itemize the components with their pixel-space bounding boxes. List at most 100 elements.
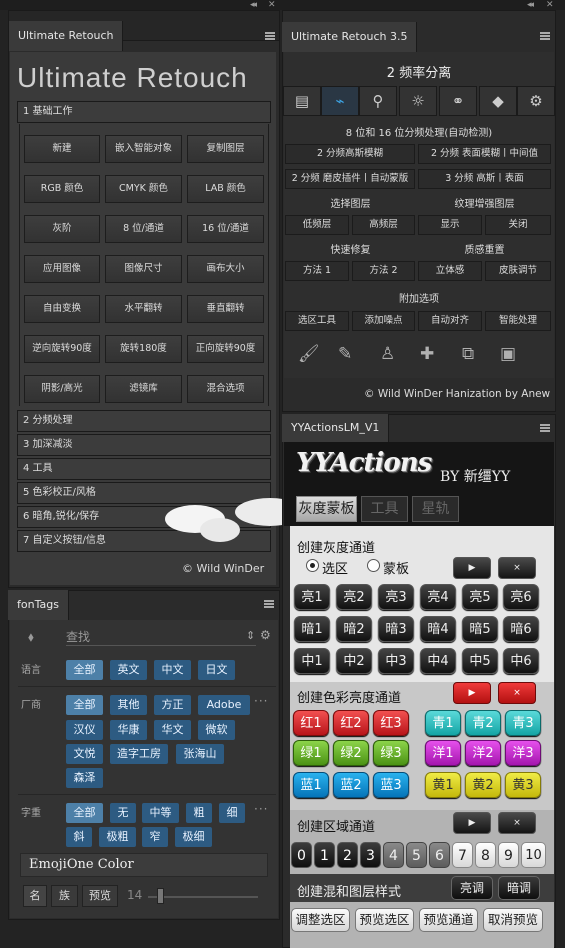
retouch-action-button[interactable]: 8 位/通道 — [105, 215, 182, 243]
radio-mask[interactable] — [367, 559, 380, 572]
retouch-action-button[interactable]: 复制图层 — [187, 135, 264, 163]
weight-tag[interactable]: 粗 — [186, 803, 212, 823]
color-channel-button[interactable]: 蓝2 — [333, 772, 369, 798]
method-2-button[interactable]: 方法 2 — [352, 261, 415, 281]
retouch-action-button[interactable]: LAB 颜色 — [187, 175, 264, 203]
brightness-icon[interactable]: ☼ — [399, 86, 437, 116]
color-channel-button[interactable]: 绿3 — [373, 740, 409, 766]
vendor-tag[interactable]: 华文 — [154, 720, 191, 740]
waveform-icon[interactable]: ⌁ — [321, 86, 359, 116]
vendor-tag[interactable]: 汉仪 — [66, 720, 103, 740]
tab-preview[interactable]: 预览 — [82, 885, 118, 907]
lang-tag-japanese[interactable]: 日文 — [198, 660, 235, 680]
tab-fontags[interactable]: fonTags — [8, 590, 69, 620]
color-channel-button[interactable]: 青3 — [505, 710, 541, 736]
section-tools[interactable]: 4 工具 — [17, 458, 271, 480]
gray-channel-button[interactable]: 中3 — [378, 648, 414, 674]
gear-icon[interactable]: ⚙ — [260, 628, 271, 642]
play-button[interactable]: ▶ — [453, 557, 491, 579]
bandage-icon[interactable]: ✚ — [420, 344, 434, 364]
vendor-tag[interactable]: 华康 — [110, 720, 147, 740]
chip-icon[interactable]: ▣ — [500, 344, 516, 364]
show-button[interactable]: 显示 — [418, 215, 482, 235]
vendor-tag[interactable]: 张海山 — [176, 744, 224, 764]
color-channel-button[interactable]: 红2 — [333, 710, 369, 736]
collapse-icon[interactable]: ◂◂ — [527, 0, 534, 10]
retouch-action-button[interactable]: 逆向旋转90度 — [24, 335, 100, 363]
patch-icon[interactable]: ⧉ — [462, 344, 474, 364]
tab-name[interactable]: 名 — [23, 885, 47, 907]
gray-channel-button[interactable]: 暗5 — [462, 616, 498, 642]
lang-tag-chinese[interactable]: 中文 — [154, 660, 191, 680]
color-channel-button[interactable]: 黄2 — [465, 772, 501, 798]
more-icon[interactable]: ··· — [254, 694, 268, 708]
color-channel-button[interactable]: 红1 — [293, 710, 329, 736]
gray-channel-button[interactable]: 亮5 — [462, 584, 498, 610]
tab-ultimate-retouch[interactable]: Ultimate Retouch — [9, 21, 124, 51]
retouch-action-button[interactable]: 新建 — [24, 135, 100, 163]
size-slider-track[interactable] — [148, 896, 258, 898]
color-channel-button[interactable]: 绿1 — [293, 740, 329, 766]
close-button[interactable]: × — [498, 682, 536, 704]
stamp-icon[interactable]: ♙ — [380, 344, 395, 364]
tab-ultimate-retouch-35[interactable]: Ultimate Retouch 3.5 — [282, 22, 418, 52]
weight-tag[interactable]: 窄 — [142, 827, 168, 847]
vendor-tag[interactable]: 微软 — [198, 720, 235, 740]
vendor-tag[interactable]: 造字工房 — [110, 744, 168, 764]
panel-menu-icon[interactable] — [540, 424, 550, 432]
tab-star-trail[interactable]: 星轨 — [412, 496, 459, 522]
close-button[interactable]: 关闭 — [485, 215, 551, 235]
zone-button[interactable]: 3 — [360, 842, 381, 868]
weight-tag[interactable]: 细 — [219, 803, 245, 823]
lang-tag-english[interactable]: 英文 — [110, 660, 147, 680]
color-channel-button[interactable]: 蓝1 — [293, 772, 329, 798]
tab-family[interactable]: 族 — [51, 885, 78, 907]
color-channel-button[interactable]: 黄1 — [425, 772, 461, 798]
retouch-action-button[interactable]: 滤镜库 — [105, 375, 182, 403]
method-1-button[interactable]: 方法 1 — [285, 261, 349, 281]
high-freq-button[interactable]: 高频层 — [352, 215, 415, 235]
mixer-brush-icon[interactable]: ✎ — [338, 344, 352, 364]
zone-button[interactable]: 1 — [314, 842, 335, 868]
vendor-tag[interactable]: 方正 — [154, 695, 191, 715]
close-icon[interactable]: ✕ — [268, 0, 275, 10]
gray-channel-button[interactable]: 暗6 — [503, 616, 539, 642]
retouch-action-button[interactable]: CMYK 颜色 — [105, 175, 182, 203]
tab-tools[interactable]: 工具 — [361, 496, 408, 522]
vendor-tag[interactable]: 全部 — [66, 695, 103, 715]
collapse-icon[interactable]: ◂◂ — [250, 0, 257, 10]
weight-tag[interactable]: 斜 — [66, 827, 92, 847]
retouch-action-button[interactable]: 16 位/通道 — [187, 215, 264, 243]
gray-channel-button[interactable]: 亮3 — [378, 584, 414, 610]
vendor-tag[interactable]: Adobe — [198, 695, 250, 715]
adjust-selection-button[interactable]: 调整选区 — [291, 908, 350, 932]
sort-icon[interactable]: ⇕ — [246, 629, 255, 642]
cancel-preview-button[interactable]: 取消预览 — [483, 908, 543, 932]
gray-channel-button[interactable]: 亮4 — [420, 584, 456, 610]
brush-icon[interactable]: 🖌 — [298, 344, 320, 364]
gray-channel-button[interactable]: 暗2 — [336, 616, 372, 642]
highlight-blend-button[interactable]: 亮调 — [451, 876, 493, 900]
vendor-tag[interactable]: 文悦 — [66, 744, 103, 764]
panel-menu-icon[interactable] — [540, 32, 550, 40]
retouch-action-button[interactable]: RGB 颜色 — [24, 175, 100, 203]
dimension-button[interactable]: 立体感 — [418, 261, 482, 281]
zone-button[interactable]: 0 — [291, 842, 312, 868]
retouch-action-button[interactable]: 混合选项 — [187, 375, 264, 403]
retouch-action-button[interactable]: 画布大小 — [187, 255, 264, 283]
vendor-tag[interactable]: 其他 — [110, 695, 147, 715]
gray-channel-button[interactable]: 暗4 — [420, 616, 456, 642]
gray-channel-button[interactable]: 亮1 — [294, 584, 330, 610]
retouch-action-button[interactable]: 正向旋转90度 — [187, 335, 264, 363]
vendor-tag[interactable]: 森泽 — [66, 768, 103, 788]
tab-yyactions[interactable]: YYActionsLM_V1 — [282, 414, 390, 442]
zone-button[interactable]: 7 — [452, 842, 473, 868]
color-channel-button[interactable]: 洋1 — [425, 740, 461, 766]
close-button[interactable]: × — [498, 557, 536, 579]
retouch-action-button[interactable]: 阴影/高光 — [24, 375, 100, 403]
color-channel-button[interactable]: 蓝3 — [373, 772, 409, 798]
gaussian-2freq-button[interactable]: 2 分频高斯模糊 — [285, 144, 415, 164]
section-dodge-burn[interactable]: 3 加深减淡 — [17, 434, 271, 456]
gray-channel-button[interactable]: 中2 — [336, 648, 372, 674]
more-icon[interactable]: ··· — [254, 802, 268, 816]
